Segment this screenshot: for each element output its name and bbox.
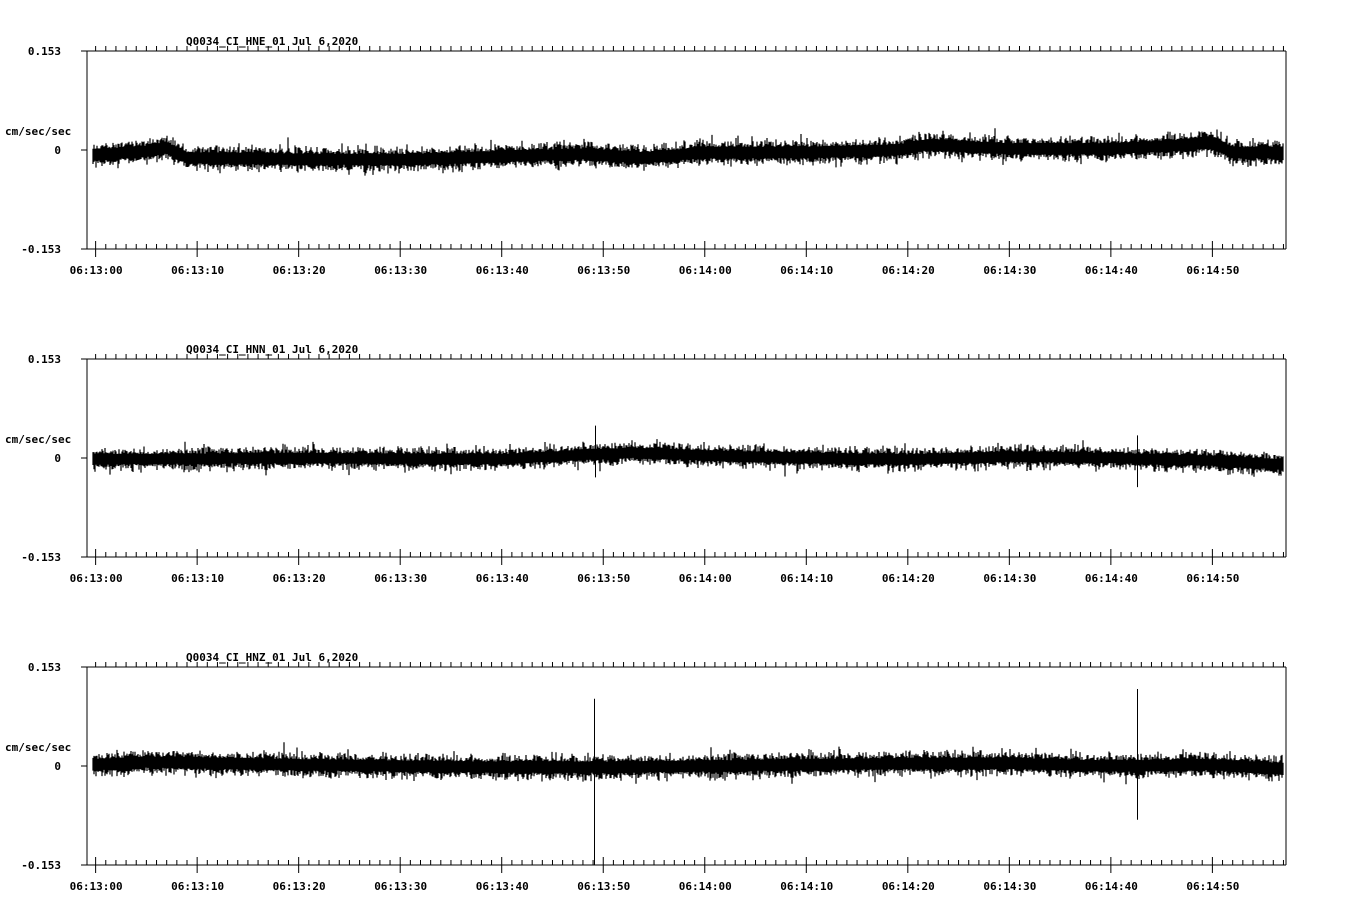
x-tick-label: 06:14:20 — [882, 264, 935, 277]
x-tick-label: 06:14:40 — [1085, 264, 1138, 277]
x-tick-label: 06:13:40 — [476, 572, 529, 585]
y-tick-label: -0.153 — [21, 243, 61, 256]
y-tick-label: 0 — [54, 760, 61, 773]
y-tick-label: 0.153 — [28, 661, 61, 674]
x-tick-label: 06:14:10 — [780, 880, 833, 893]
x-tick-label: 06:13:00 — [70, 572, 123, 585]
panel-title: Q0034_CI_HNE_01 Jul 6,2020 — [186, 35, 358, 48]
y-tick-label: -0.153 — [21, 859, 61, 872]
y-tick-label: -0.153 — [21, 551, 61, 564]
y-axis-label: cm/sec/sec — [5, 125, 71, 138]
panel-3: Q0034_CI_HNZ_01 Jul 6,2020 0.153 0 -0.153 cm… — [5, 651, 1287, 893]
x-tick-label: 06:13:10 — [171, 572, 224, 585]
y-tick-label: 0.153 — [28, 353, 61, 366]
x-tick-label: 06:13:40 — [476, 264, 529, 277]
x-tick-label: 06:13:30 — [374, 264, 427, 277]
x-tick-label: 06:14:50 — [1186, 880, 1239, 893]
x-tick-label: 06:13:10 — [171, 880, 224, 893]
y-axis-label: cm/sec/sec — [5, 741, 71, 754]
panel-2: Q0034_CI_HNN_01 Jul 6,2020 0.153 0 -0.153 cm… — [5, 343, 1287, 585]
y-tick-label: 0 — [54, 452, 61, 465]
x-tick-label: 06:14:50 — [1186, 264, 1239, 277]
x-tick-label: 06:13:40 — [476, 880, 529, 893]
x-tick-label: 06:13:00 — [70, 880, 123, 893]
x-tick-label: 06:13:50 — [577, 572, 630, 585]
x-tick-label: 06:14:00 — [679, 264, 732, 277]
x-tick-label: 06:13:20 — [273, 880, 326, 893]
panel-1: Q0034_CI_HNE_01 Jul 6,2020 0.153 0 -0.153 cm… — [5, 35, 1287, 277]
panel-title: Q0034_CI_HNZ_01 Jul 6,2020 — [186, 651, 358, 664]
seismogram-figure: Q0034_CI_HNE_01 Jul 6,2020 0.153 0 -0.153 cm… — [5, 35, 1287, 893]
x-tick-label: 06:14:00 — [679, 572, 732, 585]
x-tick-label: 06:13:20 — [273, 572, 326, 585]
waveform-trace — [92, 742, 1284, 785]
x-tick-label: 06:14:50 — [1186, 572, 1239, 585]
x-tick-label: 06:13:10 — [171, 264, 224, 277]
x-tick-label: 06:13:30 — [374, 572, 427, 585]
panel-title: Q0034_CI_HNN_01 Jul 6,2020 — [186, 343, 358, 356]
x-tick-label: 06:14:00 — [679, 880, 732, 893]
x-tick-label: 06:14:20 — [882, 880, 935, 893]
x-tick-label: 06:13:00 — [70, 264, 123, 277]
x-tick-label: 06:14:30 — [983, 264, 1036, 277]
x-tick-label: 06:14:10 — [780, 264, 833, 277]
x-tick-label: 06:14:30 — [983, 572, 1036, 585]
x-tick-label: 06:13:30 — [374, 880, 427, 893]
waveform-trace — [92, 439, 1284, 477]
y-axis-label: cm/sec/sec — [5, 433, 71, 446]
x-tick-label: 06:13:20 — [273, 264, 326, 277]
y-tick-label: 0.153 — [28, 45, 61, 58]
x-tick-label: 06:14:10 — [780, 572, 833, 585]
y-tick-label: 0 — [54, 144, 61, 157]
x-tick-label: 06:14:30 — [983, 880, 1036, 893]
waveform-trace — [92, 128, 1284, 176]
x-tick-label: 06:14:40 — [1085, 880, 1138, 893]
x-tick-label: 06:14:20 — [882, 572, 935, 585]
x-tick-label: 06:14:40 — [1085, 572, 1138, 585]
x-tick-label: 06:13:50 — [577, 880, 630, 893]
x-tick-label: 06:13:50 — [577, 264, 630, 277]
